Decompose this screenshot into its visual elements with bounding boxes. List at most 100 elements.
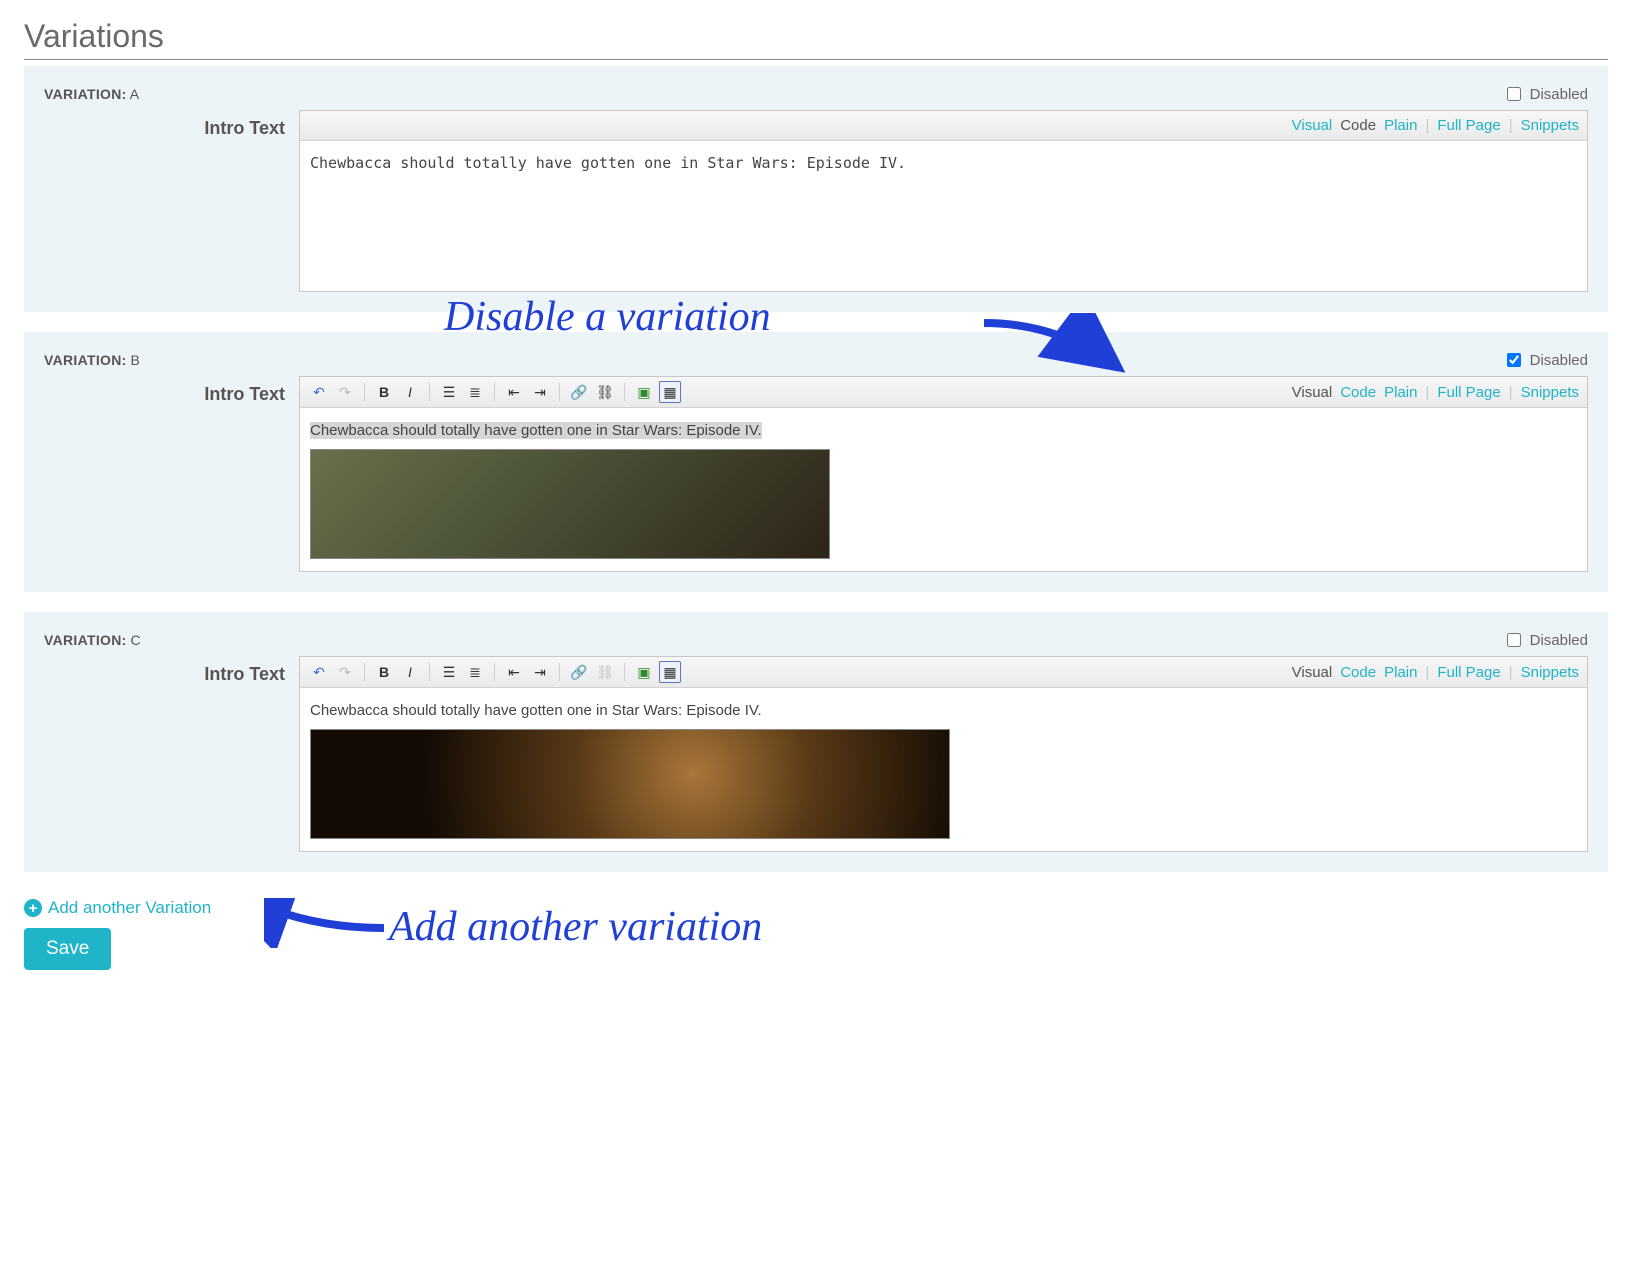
tab-snippets[interactable]: Snippets bbox=[1521, 664, 1579, 681]
variation-id: A bbox=[130, 86, 139, 102]
redo-icon[interactable]: ↷ bbox=[334, 381, 356, 403]
outdent-icon[interactable]: ⇤ bbox=[503, 661, 525, 683]
outdent-icon[interactable]: ⇤ bbox=[503, 381, 525, 403]
disabled-toggle[interactable]: Disabled bbox=[1503, 350, 1588, 370]
fullscreen-icon[interactable]: ▦ bbox=[659, 661, 681, 683]
separator bbox=[494, 383, 495, 401]
separator bbox=[429, 383, 430, 401]
variation-label: VARIATION: B bbox=[44, 352, 140, 368]
page-title: Variations bbox=[24, 18, 1608, 60]
tab-visual[interactable]: Visual bbox=[1292, 117, 1333, 134]
tab-visual[interactable]: Visual bbox=[1292, 664, 1333, 681]
tab-code[interactable]: Code bbox=[1340, 384, 1376, 401]
italic-icon[interactable]: I bbox=[399, 661, 421, 683]
link-icon[interactable]: 🔗 bbox=[568, 661, 590, 683]
separator bbox=[624, 663, 625, 681]
italic-icon[interactable]: I bbox=[399, 381, 421, 403]
variation-id: C bbox=[130, 632, 140, 648]
variation-card-b: VARIATION: B Disabled Intro Text ↶ ↷ B bbox=[24, 332, 1608, 592]
disabled-checkbox[interactable] bbox=[1507, 87, 1521, 101]
plus-circle-icon: + bbox=[24, 899, 42, 917]
tab-full-page[interactable]: Full Page bbox=[1437, 384, 1500, 401]
link-icon[interactable]: 🔗 bbox=[568, 381, 590, 403]
separator bbox=[559, 663, 560, 681]
separator: | bbox=[1509, 117, 1513, 134]
field-row: Intro Text ↶ ↷ B I ☰ ≣ bbox=[44, 656, 1588, 852]
variation-header: VARIATION: C Disabled bbox=[44, 630, 1588, 650]
editor-toolbar: ↶ ↷ B I ☰ ≣ ⇤ ⇥ 🔗 bbox=[300, 657, 1587, 688]
footer-actions: + Add another Variation Save bbox=[24, 892, 1608, 970]
editor-content: Chewbacca should totally have gotten one… bbox=[310, 702, 762, 719]
separator bbox=[364, 663, 365, 681]
toolbar-left: ↶ ↷ B I ☰ ≣ ⇤ ⇥ 🔗 bbox=[308, 661, 681, 683]
field-row: Intro Text ↶ ↷ B I ☰ ≣ bbox=[44, 376, 1588, 572]
embedded-image[interactable] bbox=[310, 729, 950, 839]
tab-plain[interactable]: Plain bbox=[1384, 384, 1417, 401]
disabled-toggle[interactable]: Disabled bbox=[1503, 630, 1588, 650]
editor: ↶ ↷ B I ☰ ≣ ⇤ ⇥ 🔗 bbox=[299, 376, 1588, 572]
separator bbox=[494, 663, 495, 681]
field-label: Intro Text bbox=[44, 376, 299, 572]
bullet-list-icon[interactable]: ☰ bbox=[438, 661, 460, 683]
editor-content: Chewbacca should totally have gotten one… bbox=[310, 422, 762, 439]
image-icon[interactable]: ▣ bbox=[633, 381, 655, 403]
tab-code[interactable]: Code bbox=[1340, 117, 1376, 134]
variation-label: VARIATION: C bbox=[44, 632, 141, 648]
tab-snippets[interactable]: Snippets bbox=[1521, 384, 1579, 401]
editor-body-code[interactable]: Chewbacca should totally have gotten one… bbox=[300, 141, 1587, 291]
indent-icon[interactable]: ⇥ bbox=[529, 381, 551, 403]
separator bbox=[364, 383, 365, 401]
disabled-checkbox[interactable] bbox=[1507, 353, 1521, 367]
number-list-icon[interactable]: ≣ bbox=[464, 661, 486, 683]
variation-header: VARIATION: B Disabled bbox=[44, 350, 1588, 370]
variation-word: VARIATION: bbox=[44, 632, 127, 648]
embedded-image[interactable] bbox=[310, 449, 830, 559]
editor-toolbar: Visual Code Plain | Full Page | Snippets bbox=[300, 111, 1587, 141]
tab-code[interactable]: Code bbox=[1340, 664, 1376, 681]
separator: | bbox=[1425, 384, 1429, 401]
tab-visual[interactable]: Visual bbox=[1292, 384, 1333, 401]
bold-icon[interactable]: B bbox=[373, 661, 395, 683]
variation-word: VARIATION: bbox=[44, 352, 127, 368]
unlink-icon[interactable]: ⛓ bbox=[594, 381, 616, 403]
variation-card-a: VARIATION: A Disabled Intro Text Visual … bbox=[24, 66, 1608, 312]
bullet-list-icon[interactable]: ☰ bbox=[438, 381, 460, 403]
redo-icon[interactable]: ↷ bbox=[334, 661, 356, 683]
image-icon[interactable]: ▣ bbox=[633, 661, 655, 683]
indent-icon[interactable]: ⇥ bbox=[529, 661, 551, 683]
separator bbox=[559, 383, 560, 401]
fullscreen-icon[interactable]: ▦ bbox=[659, 381, 681, 403]
variation-word: VARIATION: bbox=[44, 86, 127, 102]
tab-snippets[interactable]: Snippets bbox=[1521, 117, 1579, 134]
tab-plain[interactable]: Plain bbox=[1384, 117, 1417, 134]
variation-card-c: VARIATION: C Disabled Intro Text ↶ ↷ B bbox=[24, 612, 1608, 872]
bold-icon[interactable]: B bbox=[373, 381, 395, 403]
disabled-label: Disabled bbox=[1530, 86, 1588, 103]
add-variation-label: Add another Variation bbox=[48, 898, 211, 918]
separator: | bbox=[1509, 384, 1513, 401]
separator bbox=[429, 663, 430, 681]
separator: | bbox=[1425, 117, 1429, 134]
arrow-icon bbox=[979, 313, 1149, 393]
editor-tabs: Visual Code Plain | Full Page | Snippets bbox=[1292, 664, 1579, 681]
editor-wrap: Visual Code Plain | Full Page | Snippets… bbox=[299, 110, 1588, 292]
editor-body-visual[interactable]: Chewbacca should totally have gotten one… bbox=[300, 688, 1587, 851]
number-list-icon[interactable]: ≣ bbox=[464, 381, 486, 403]
editor: ↶ ↷ B I ☰ ≣ ⇤ ⇥ 🔗 bbox=[299, 656, 1588, 852]
field-label: Intro Text bbox=[44, 656, 299, 852]
tab-full-page[interactable]: Full Page bbox=[1437, 664, 1500, 681]
field-label: Intro Text bbox=[44, 110, 299, 292]
unlink-icon[interactable]: ⛓ bbox=[594, 661, 616, 683]
disabled-label: Disabled bbox=[1530, 352, 1588, 369]
editor-body-visual[interactable]: Chewbacca should totally have gotten one… bbox=[300, 408, 1587, 571]
editor-tabs: Visual Code Plain | Full Page | Snippets bbox=[1292, 117, 1579, 134]
disabled-checkbox[interactable] bbox=[1507, 633, 1521, 647]
disabled-toggle[interactable]: Disabled bbox=[1503, 84, 1588, 104]
tab-plain[interactable]: Plain bbox=[1384, 664, 1417, 681]
add-variation-link[interactable]: + Add another Variation bbox=[24, 898, 211, 918]
variation-header: VARIATION: A Disabled bbox=[44, 84, 1588, 104]
tab-full-page[interactable]: Full Page bbox=[1437, 117, 1500, 134]
undo-icon[interactable]: ↶ bbox=[308, 381, 330, 403]
undo-icon[interactable]: ↶ bbox=[308, 661, 330, 683]
save-button[interactable]: Save bbox=[24, 928, 111, 970]
